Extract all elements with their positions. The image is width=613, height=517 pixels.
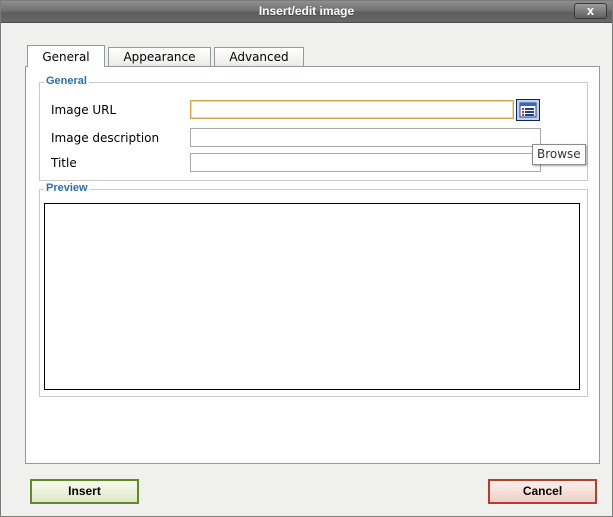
dialog-title: Insert/edit image — [258, 4, 355, 18]
close-button[interactable]: x — [574, 3, 607, 19]
preview-area — [44, 203, 580, 390]
preview-legend: Preview — [44, 182, 90, 195]
tab-general[interactable]: General — [27, 45, 105, 67]
dialog-titlebar[interactable]: Insert/edit image x — [1, 1, 612, 23]
tab-advanced[interactable]: Advanced — [214, 47, 304, 66]
close-icon: x — [586, 3, 595, 18]
image-url-label: Image URL — [51, 103, 117, 117]
image-description-input[interactable] — [190, 128, 541, 147]
general-legend: General — [44, 75, 89, 88]
tab-advanced-label: Advanced — [229, 50, 289, 64]
insert-button[interactable]: Insert — [30, 479, 139, 504]
browse-button[interactable] — [516, 99, 540, 121]
title-input[interactable] — [190, 153, 541, 172]
browse-list-icon — [519, 102, 537, 118]
tab-appearance-label: Appearance — [123, 50, 196, 64]
tab-appearance[interactable]: Appearance — [108, 47, 211, 66]
insert-button-label: Insert — [68, 484, 101, 498]
image-description-label: Image description — [51, 131, 160, 145]
cancel-button[interactable]: Cancel — [488, 479, 597, 504]
browse-tooltip: Browse — [532, 144, 586, 165]
image-url-input[interactable] — [190, 100, 514, 119]
insert-edit-image-dialog: Insert/edit image x General Appearance A… — [0, 0, 613, 517]
cancel-button-label: Cancel — [522, 484, 563, 498]
title-label: Title — [51, 156, 77, 170]
tab-general-label: General — [42, 50, 90, 64]
